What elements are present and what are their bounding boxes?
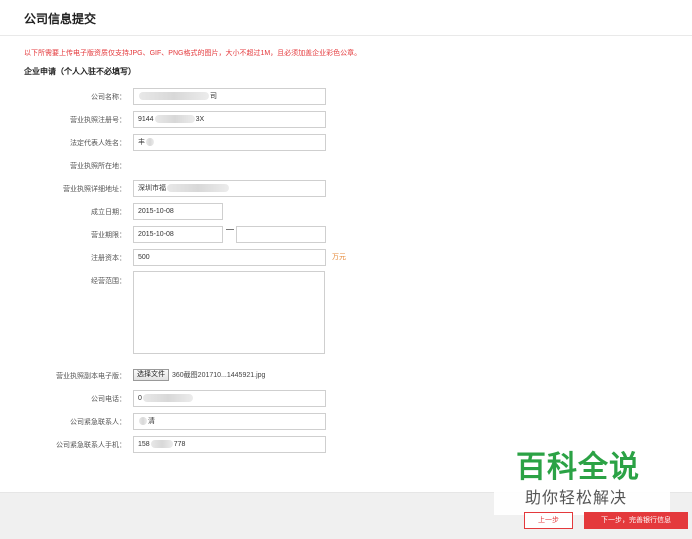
registered-capital-label: 注册资本： [91, 255, 126, 262]
emergency-mobile-label: 公司紧急联系人手机： [56, 442, 126, 449]
form-page: 公司信息提交 以下所需要上传电子版资质仅支持JPG、GIF、PNG格式的图片，大… [0, 0, 692, 493]
license-location-label: 营业执照所在地： [70, 163, 126, 170]
page-title: 公司信息提交 [24, 12, 97, 26]
business-term-end-input[interactable] [236, 226, 326, 243]
term-separator [226, 229, 234, 230]
license-address-label: 营业执照详细地址： [63, 186, 126, 193]
next-step-button[interactable]: 下一步，完善银行信息 [584, 512, 688, 529]
prev-step-button[interactable]: 上一步 [524, 512, 573, 529]
business-scope-textarea[interactable] [133, 271, 325, 354]
redacted-text [139, 417, 147, 426]
license-address-input[interactable]: 深圳市福 [133, 180, 326, 197]
company-name-input[interactable]: 司 [133, 88, 326, 105]
license-no-input[interactable]: 9144 3X [133, 111, 326, 128]
redacted-text [150, 440, 173, 449]
emergency-contact-label: 公司紧急联系人： [70, 419, 126, 426]
founded-date-input[interactable]: 2015-10-08 [133, 203, 223, 220]
page-header: 公司信息提交 [0, 0, 692, 36]
section-title: 企业申请（个人入驻不必填写） [24, 67, 136, 76]
business-term-start-input[interactable]: 2015-10-08 [133, 226, 223, 243]
selected-file-name: 360截图201710...1445921.jpg [172, 372, 266, 379]
redacted-text [146, 138, 154, 147]
emergency-mobile-input[interactable]: 158 778 [133, 436, 326, 453]
redacted-text [167, 184, 229, 193]
watermark-logo: 百科全说 [516, 450, 640, 485]
legal-rep-label: 法定代表人姓名： [70, 140, 126, 147]
license-copy-label: 营业执照副本电子版： [56, 373, 126, 380]
upload-notice: 以下所需要上传电子版资质仅支持JPG、GIF、PNG格式的图片，大小不超过1M，… [24, 50, 362, 57]
redacted-text [139, 92, 209, 101]
company-name-label: 公司名称： [91, 94, 126, 101]
capital-unit: 万元 [332, 254, 346, 261]
company-phone-input[interactable]: 0 [133, 390, 326, 407]
redacted-text [142, 394, 193, 403]
business-term-label: 营业期限： [91, 232, 126, 239]
redacted-text [154, 115, 195, 124]
registered-capital-input[interactable]: 500 [133, 249, 326, 266]
watermark-slogan: 助你轻松解决 [525, 488, 628, 507]
company-phone-label: 公司电话： [91, 396, 126, 403]
emergency-contact-input[interactable]: 清 [133, 413, 326, 430]
license-no-label: 营业执照注册号： [70, 117, 126, 124]
choose-file-button[interactable]: 选择文件 [133, 369, 169, 381]
legal-rep-input[interactable]: 丰 [133, 134, 326, 151]
founded-date-label: 成立日期： [91, 209, 126, 216]
business-scope-label: 经营范围： [91, 278, 126, 285]
